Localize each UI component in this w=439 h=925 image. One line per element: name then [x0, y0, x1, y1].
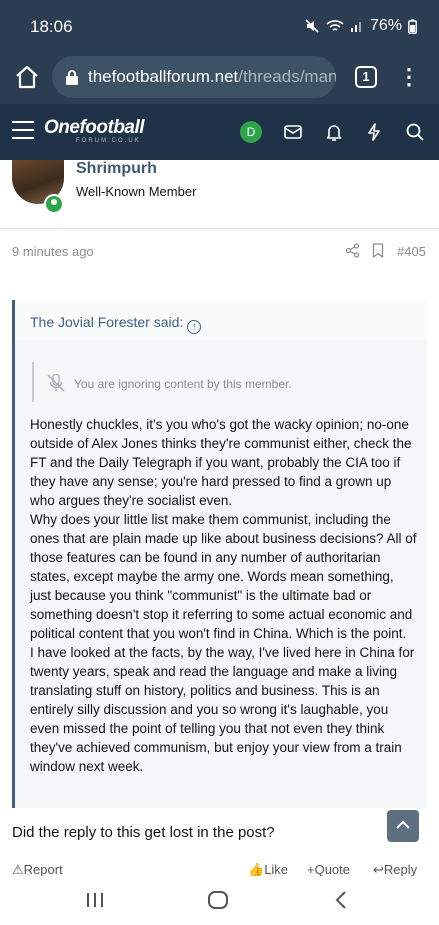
reply-icon: ↩ — [373, 862, 384, 876]
user-avatar[interactable]: D — [240, 121, 262, 143]
post-number[interactable]: #405 — [397, 244, 426, 259]
logo-text: Onefootball — [44, 117, 145, 138]
divider — [0, 228, 439, 229]
url-text: thefootballforum.net/threads/man — [88, 67, 336, 87]
logo-subtext: FORUM.CO.UK — [76, 138, 141, 144]
battery-percent: 76% — [369, 17, 402, 34]
post-timestamp[interactable]: 9 minutes ago — [12, 244, 94, 259]
ignored-content-text: You are ignoring content by this member. — [74, 377, 292, 391]
thumbs-up-icon: 👍 — [248, 862, 265, 876]
quote-header: The Jovial Forester said: ↑ — [15, 300, 427, 340]
quote-author-label: The Jovial Forester said: — [30, 314, 184, 330]
system-nav-bar — [0, 876, 439, 925]
more-options-icon[interactable]: ⋮ — [398, 64, 420, 90]
member-name[interactable]: Shrimpurh — [76, 160, 157, 178]
reply-button[interactable]: ↩Reply — [373, 862, 417, 876]
browser-toolbar: thefootballforum.net/threads/man 1 ⋮ — [0, 52, 439, 104]
quote-author[interactable]: The Jovial Forester said: ↑ — [30, 314, 202, 334]
scroll-to-top-button[interactable] — [387, 810, 419, 842]
share-icon[interactable] — [345, 243, 360, 258]
search-icon[interactable] — [405, 122, 425, 142]
lock-icon — [66, 70, 78, 85]
wifi-icon — [326, 20, 344, 31]
online-status-icon — [44, 194, 64, 214]
ignore-icon — [47, 374, 65, 392]
signal-icon — [350, 22, 361, 32]
quote-paragraph: Honestly chuckles, it's you who's got th… — [30, 417, 412, 508]
quote-label: Quote — [314, 862, 351, 876]
quote-paragraph: Why does your little list make them comm… — [30, 512, 417, 641]
reply-label: Reply — [383, 862, 418, 876]
arrow-up-icon — [396, 820, 410, 829]
mute-status-icon — [305, 19, 319, 33]
status-bar: 18:06 76% — [0, 0, 439, 52]
report-icon: ⚠ — [12, 862, 24, 876]
report-button[interactable]: ⚠Report — [12, 862, 63, 876]
tab-switcher-button[interactable]: 1 — [355, 66, 377, 88]
battery-icon — [408, 18, 417, 34]
site-logo[interactable]: Onefootball FORUM.CO.UK — [44, 117, 145, 144]
home-button[interactable] — [208, 891, 228, 909]
recent-apps-button[interactable] — [87, 893, 103, 907]
like-button[interactable]: 👍Like — [248, 862, 288, 876]
plus-icon: + — [307, 862, 315, 876]
post-actions: ⚠Report 👍Like +Quote ↩Reply — [0, 862, 439, 876]
back-icon[interactable] — [333, 890, 349, 910]
member-title: Well-Known Member — [76, 184, 197, 199]
bell-icon[interactable] — [324, 122, 344, 142]
inbox-icon[interactable] — [283, 122, 303, 142]
report-label: Report — [23, 862, 63, 876]
url-path: /threads/man — [238, 67, 336, 86]
site-header: Onefootball FORUM.CO.UK D — [0, 104, 439, 160]
jump-to-quote-icon[interactable]: ↑ — [187, 320, 202, 334]
ignored-content-notice: You are ignoring content by this member. — [32, 362, 427, 402]
quote-block: The Jovial Forester said: ↑ You are ignor… — [12, 300, 427, 808]
address-bar[interactable]: thefootballforum.net/threads/man — [52, 56, 336, 98]
menu-icon[interactable] — [12, 121, 34, 141]
quote-body: Honestly chuckles, it's you who's got th… — [30, 415, 418, 776]
post-message: Did the reply to this get lost in the po… — [12, 824, 275, 841]
status-icons: 76% — [304, 17, 417, 35]
url-domain: thefootballforum.net — [88, 67, 239, 86]
quote-paragraph: I have looked at the facts, by the way, … — [30, 645, 415, 774]
status-time: 18:06 — [30, 17, 73, 36]
home-icon[interactable] — [14, 64, 40, 90]
lightning-icon[interactable] — [364, 122, 384, 142]
bookmark-icon[interactable] — [372, 243, 384, 258]
quote-button[interactable]: +Quote — [307, 862, 350, 876]
like-label: Like — [264, 862, 289, 876]
